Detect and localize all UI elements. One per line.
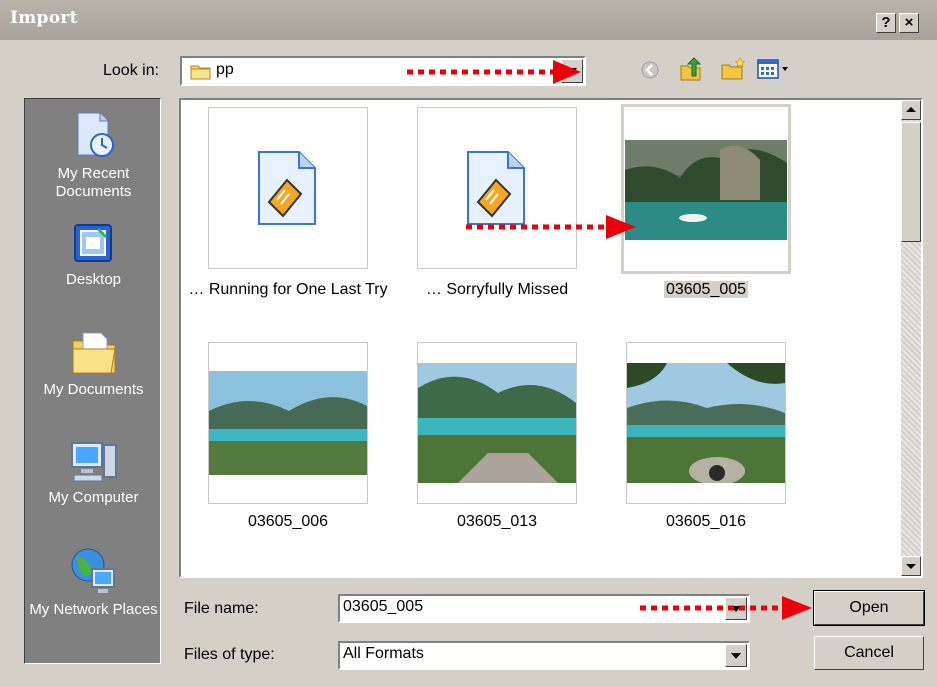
file-view[interactable]: … Running for One Last Try … Sorryfully … <box>179 98 923 578</box>
file-name-label: … Running for One Last Try <box>188 281 388 298</box>
photo-thumbnail <box>627 363 785 483</box>
place-my-documents[interactable]: My Documents <box>25 329 162 399</box>
place-label: My Computer <box>48 489 139 506</box>
arrow-up-icon <box>906 107 916 112</box>
look-in-combo[interactable]: pp <box>180 56 586 86</box>
file-name-label: 03605_005 <box>601 279 811 300</box>
file-name-dropdown-button[interactable] <box>725 597 747 620</box>
file-thumbnail[interactable] <box>417 342 577 504</box>
place-desktop[interactable]: Desktop <box>25 221 162 289</box>
file-name-label: 03605_006 <box>247 513 329 530</box>
new-folder-icon[interactable] <box>720 57 746 81</box>
file-type-label: Files of type: <box>184 646 275 663</box>
import-dialog: Import ? × Look in: pp My Recent Documen… <box>0 0 937 687</box>
cancel-button[interactable]: Cancel <box>814 636 924 670</box>
file-thumbnail[interactable] <box>208 342 368 504</box>
places-bar: My Recent Documents Desktop My Documents <box>24 98 161 664</box>
file-name-label: 03605_013 <box>456 513 538 530</box>
folder-icon <box>190 65 211 80</box>
up-folder-icon[interactable] <box>678 56 704 82</box>
file-name-label: … Sorryfully Missed <box>425 281 569 298</box>
network-places-icon <box>71 548 115 593</box>
file-name-field-label: File name: <box>184 600 259 617</box>
view-menu-icon[interactable] <box>757 58 791 80</box>
scroll-down-button[interactable] <box>901 556 921 576</box>
place-my-computer[interactable]: My Computer <box>25 437 162 507</box>
back-icon[interactable] <box>640 60 660 80</box>
title-bar: Import ? × <box>0 0 937 40</box>
scroll-thumb[interactable] <box>901 122 921 242</box>
my-documents-icon <box>72 332 116 374</box>
scroll-up-button[interactable] <box>901 100 921 120</box>
selected-file-name: 03605_005 <box>663 281 749 298</box>
arrow-down-icon <box>906 564 916 569</box>
place-label: My Recent Documents <box>55 165 132 200</box>
file-name-field[interactable]: 03605_005 <box>338 594 750 623</box>
file-type-value: All Formats <box>343 645 424 662</box>
desktop-icon <box>73 224 112 262</box>
place-label: Desktop <box>65 271 122 288</box>
photo-thumbnail <box>418 363 576 483</box>
audio-file-icon <box>467 151 525 225</box>
photo-thumbnail <box>625 140 787 240</box>
file-thumbnail[interactable] <box>208 107 368 269</box>
place-label: My Network Places <box>29 601 158 618</box>
help-button[interactable]: ? <box>876 13 896 33</box>
photo-thumbnail <box>209 371 367 475</box>
look-in-dropdown-button[interactable] <box>561 59 583 83</box>
look-in-label: Look in: <box>103 62 160 79</box>
place-label: My Documents <box>43 381 144 398</box>
file-thumbnail[interactable] <box>626 342 786 504</box>
file-type-dropdown-button[interactable] <box>725 644 747 667</box>
file-thumbnail-selected[interactable] <box>621 104 791 274</box>
place-network-places[interactable]: My Network Places <box>25 545 162 619</box>
audio-file-icon <box>258 151 316 225</box>
place-recent-documents[interactable]: My Recent Documents <box>25 109 162 201</box>
window-title: Import <box>10 8 78 28</box>
file-thumbnail[interactable] <box>417 107 577 269</box>
recent-documents-icon <box>77 112 114 157</box>
file-type-select[interactable]: All Formats <box>338 641 750 670</box>
look-in-value: pp <box>216 61 234 78</box>
open-button[interactable]: Open <box>813 590 925 626</box>
my-computer-icon <box>70 442 117 482</box>
close-button[interactable]: × <box>899 13 919 33</box>
file-name-label: 03605_016 <box>665 513 747 530</box>
file-name-value: 03605_005 <box>343 598 424 615</box>
vertical-scrollbar[interactable] <box>901 100 921 576</box>
